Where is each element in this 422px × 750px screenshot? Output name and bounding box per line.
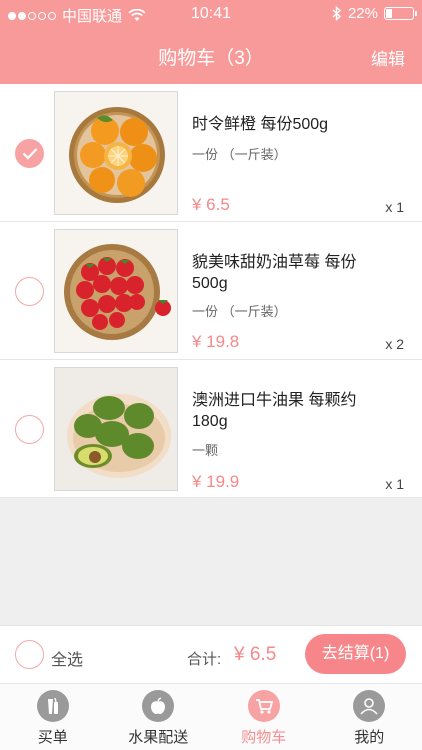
- cart-item: 澳洲进口牛油果 每颗约180g 一颗 ¥ 19.9 x 1: [0, 360, 422, 498]
- edit-button[interactable]: 编辑: [371, 45, 405, 70]
- product-price: ¥ 6.5: [192, 195, 230, 214]
- product-spec: 一颗: [192, 443, 219, 458]
- product-price: ¥ 19.8: [192, 332, 240, 351]
- product-quantity: x 2: [385, 336, 404, 352]
- total-label: 合计:: [187, 651, 222, 668]
- cart-icon: [247, 690, 280, 722]
- tab-label: 购物车: [241, 729, 287, 746]
- checkout-button[interactable]: 去结算(1): [305, 634, 406, 674]
- cart-item: 时令鲜橙 每份500g 一份 （一斤装） ¥ 6.5 x 1: [0, 84, 422, 222]
- product-spec: 一份 （一斤装）: [192, 304, 287, 319]
- product-name[interactable]: 澳洲进口牛油果 每颗约180g: [192, 390, 392, 432]
- select-all-label[interactable]: 全选: [51, 646, 83, 670]
- tab-order[interactable]: 买单: [0, 684, 106, 750]
- header: 中国联通 10:41 22% 购物车（3） 编辑: [0, 0, 422, 84]
- product-price: ¥ 19.9: [192, 472, 240, 491]
- tab-profile[interactable]: 我的: [317, 684, 422, 750]
- product-spec: 一份 （一斤装）: [192, 147, 287, 162]
- tab-cart[interactable]: 购物车: [211, 684, 317, 750]
- total-value: ¥ 6.5: [234, 644, 277, 665]
- drink-icon: [36, 690, 69, 722]
- product-quantity: x 1: [385, 199, 404, 215]
- battery-percent: 22%: [347, 5, 378, 22]
- product-image[interactable]: [54, 229, 178, 353]
- avocado-basket-image: [55, 368, 177, 490]
- product-image[interactable]: [54, 91, 178, 215]
- product-name[interactable]: 貌美味甜奶油草莓 每份500g: [192, 252, 392, 294]
- status-bar: 中国联通 10:41 22%: [0, 0, 422, 28]
- product-quantity: x 1: [385, 476, 404, 492]
- apple-icon: [142, 690, 175, 722]
- user-icon: [353, 690, 386, 722]
- item-checkbox[interactable]: [15, 277, 44, 306]
- cart-summary-bar: 全选 合计: ¥ 6.5 去结算(1): [0, 625, 422, 684]
- cart-list: 时令鲜橙 每份500g 一份 （一斤装） ¥ 6.5 x 1 貌美味甜奶油草莓 …: [0, 84, 422, 498]
- tab-bar: 买单 水果配送 购物车 我的: [0, 684, 422, 750]
- item-checkbox[interactable]: [15, 415, 44, 444]
- product-image[interactable]: [54, 367, 178, 491]
- strawberry-basket-image: [55, 230, 177, 352]
- tab-fruit-delivery[interactable]: 水果配送: [106, 684, 212, 750]
- orange-basket-image: [55, 92, 177, 214]
- bluetooth-icon: [332, 6, 342, 21]
- product-name[interactable]: 时令鲜橙 每份500g: [192, 114, 392, 135]
- page-title: 购物车（3）: [158, 48, 264, 69]
- checkmark-icon: [22, 148, 38, 160]
- tab-label: 我的: [354, 729, 385, 746]
- item-checkbox[interactable]: [15, 139, 44, 168]
- battery-icon: [384, 7, 417, 20]
- select-all-checkbox[interactable]: [15, 640, 44, 669]
- tab-label: 买单: [37, 729, 68, 746]
- cart-item: 貌美味甜奶油草莓 每份500g 一份 （一斤装） ¥ 19.8 x 2: [0, 222, 422, 360]
- tab-label: 水果配送: [128, 729, 189, 746]
